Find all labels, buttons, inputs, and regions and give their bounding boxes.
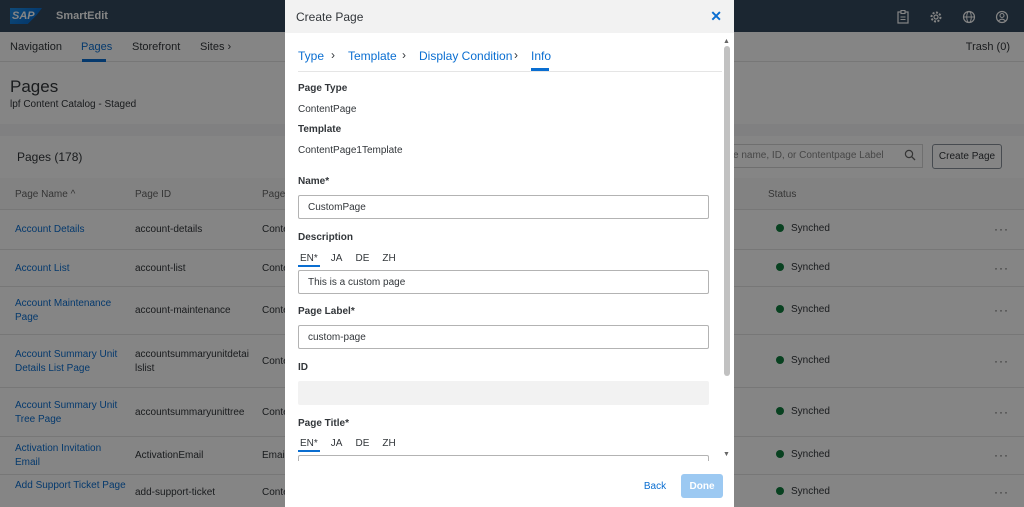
name-label: Name*: [298, 176, 329, 187]
required-mark: *: [350, 306, 355, 317]
create-page-dialog: Create Page ✕ Type › Template › Display …: [285, 0, 734, 507]
step-display-condition[interactable]: Display Condition: [419, 49, 512, 63]
id-field: [298, 381, 709, 405]
template-value: ContentPage1Template: [298, 145, 403, 156]
step-info[interactable]: Info: [531, 49, 551, 63]
description-field[interactable]: This is a custom page: [298, 270, 709, 294]
step-type[interactable]: Type: [298, 49, 324, 63]
chevron-right-icon: ›: [402, 48, 406, 62]
dialog-scrollbar[interactable]: ▲ ▼: [722, 38, 732, 461]
wizard-steps: Type › Template › Display Condition › In…: [298, 48, 722, 72]
name-label-text: Name: [298, 176, 326, 187]
step-template[interactable]: Template: [348, 49, 397, 63]
lang-tab-ja[interactable]: JA: [329, 253, 345, 264]
lang-tab-de[interactable]: DE: [353, 253, 371, 264]
lang-tab-en[interactable]: EN*: [298, 253, 320, 267]
page-title-label-text: Page Title: [298, 418, 346, 429]
scroll-thumb[interactable]: [724, 46, 730, 376]
required-mark: *: [345, 418, 349, 429]
page-title-language-tabs: EN* JA DE ZH: [298, 438, 407, 452]
page-title-label: Page Title*: [298, 418, 349, 429]
active-step-indicator: [531, 68, 549, 71]
done-button[interactable]: Done: [681, 474, 723, 498]
close-icon[interactable]: ✕: [710, 8, 722, 25]
dialog-footer: Back Done: [285, 465, 734, 507]
dialog-form: Page Type ContentPage Template ContentPa…: [298, 76, 718, 461]
chevron-right-icon: ›: [331, 48, 335, 62]
chevron-right-icon: ›: [514, 48, 518, 62]
template-label: Template: [298, 124, 342, 135]
page-title-field[interactable]: [298, 455, 709, 461]
page-label-label-text: Page Label: [298, 306, 351, 317]
dialog-title: Create Page: [296, 10, 364, 24]
dialog-header: Create Page ✕: [285, 0, 734, 33]
lang-tab-en[interactable]: EN*: [298, 438, 320, 452]
page-type-value: ContentPage: [298, 104, 357, 115]
lang-tab-de[interactable]: DE: [353, 438, 371, 449]
description-language-tabs: EN* JA DE ZH: [298, 253, 407, 267]
lang-tab-zh[interactable]: ZH: [380, 438, 397, 449]
scroll-up-icon[interactable]: ▲: [723, 38, 730, 45]
lang-tab-zh[interactable]: ZH: [380, 253, 397, 264]
page-label-label: Page Label*: [298, 306, 355, 317]
scroll-down-icon[interactable]: ▼: [723, 451, 730, 458]
page-label-field[interactable]: custom-page: [298, 325, 709, 349]
id-label: ID: [298, 362, 308, 373]
lang-tab-ja[interactable]: JA: [329, 438, 345, 449]
description-label: Description: [298, 232, 354, 243]
back-button[interactable]: Back: [635, 474, 675, 498]
page-type-label: Page Type: [298, 83, 348, 94]
name-field[interactable]: CustomPage: [298, 195, 709, 219]
required-mark: *: [325, 176, 330, 187]
